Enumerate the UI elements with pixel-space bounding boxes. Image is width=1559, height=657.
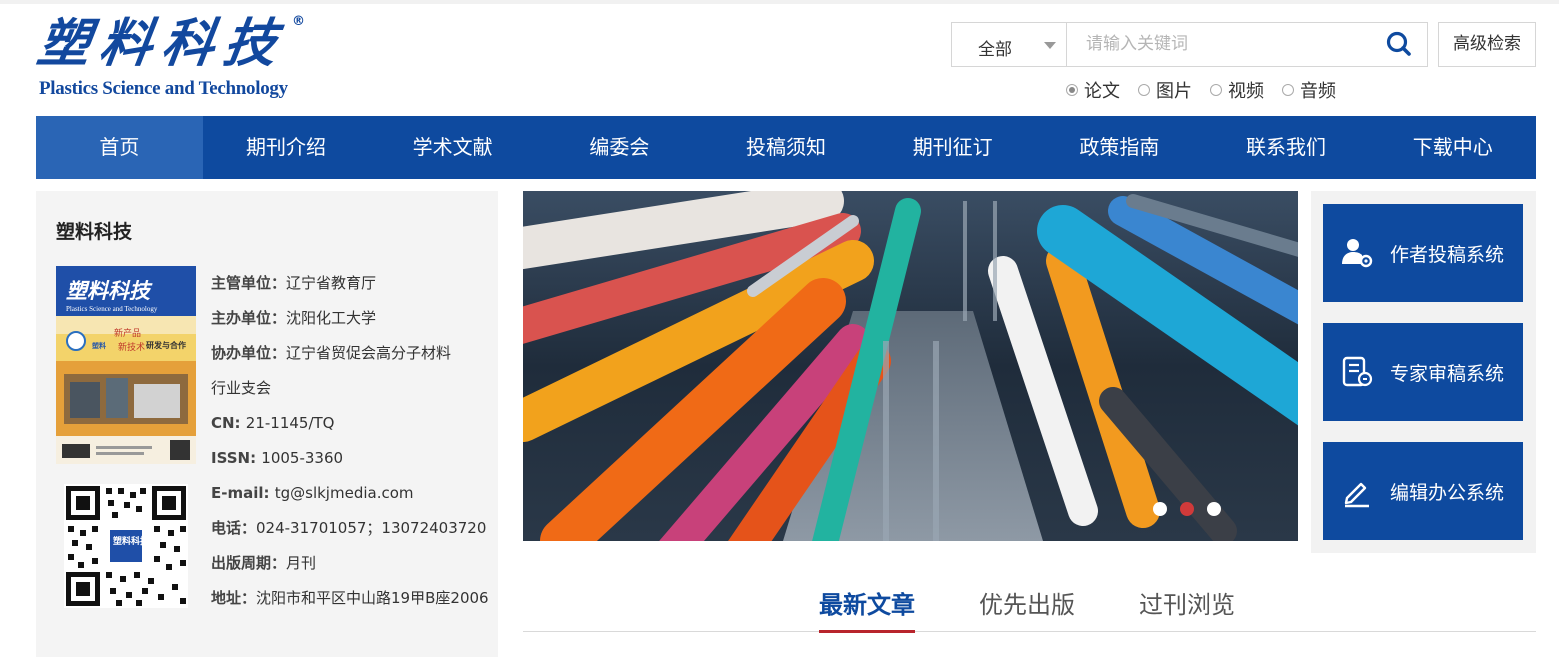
field-value: 1005-3360 — [261, 449, 344, 467]
search-input[interactable] — [1072, 24, 1362, 64]
nav-editorial-board[interactable]: 编委会 — [536, 116, 703, 179]
main-nav: 首页 期刊介绍 学术文献 编委会 投稿须知 期刊征订 政策指南 联系我们 下载中… — [36, 116, 1536, 179]
tab-priority-publish[interactable]: 优先出版 — [979, 586, 1075, 630]
field-label: ISSN: — [211, 449, 262, 467]
cover-art: 塑料科技 Plastics Science and Technology 塑料 … — [56, 266, 196, 464]
banner-carousel[interactable] — [523, 191, 1298, 541]
radio-label: 图片 — [1156, 81, 1192, 102]
field-label: 地址： — [211, 589, 257, 607]
field-label: 电话： — [211, 519, 257, 537]
nav-policy[interactable]: 政策指南 — [1036, 116, 1203, 179]
field-label: 出版周期： — [211, 554, 287, 572]
cover-slogan-1: 新产品 — [114, 327, 141, 339]
qr-center-label: 塑料科技 — [113, 535, 150, 547]
qr-code-graphic: 塑料科技 — [64, 484, 188, 608]
logo-chinese: 塑料科技 — [33, 13, 291, 74]
search-type-video[interactable]: 视频 — [1210, 78, 1264, 102]
site-logo[interactable]: 塑料科技 ® Plastics Science and Technology — [34, 12, 306, 104]
field-issn: ISSN: 1005-3360 — [211, 441, 489, 476]
field-label: 主管单位： — [211, 274, 287, 292]
field-frequency: 出版周期：月刊 — [211, 546, 489, 581]
nav-submission-guide[interactable]: 投稿须知 — [703, 116, 870, 179]
system-label: 编辑办公系统 — [1390, 481, 1505, 504]
search-type-image[interactable]: 图片 — [1138, 78, 1192, 102]
banner-image — [523, 191, 1298, 541]
field-value: tg@slkjmedia.com — [274, 484, 414, 502]
field-label: 主办单位： — [211, 309, 287, 327]
search-button[interactable] — [1372, 23, 1427, 66]
search-icon — [1386, 31, 1411, 56]
radio-unselected — [1282, 84, 1294, 96]
nav-journal-intro[interactable]: 期刊介绍 — [203, 116, 370, 179]
field-cn: CN: 21-1145/TQ — [211, 406, 489, 441]
top-strip — [0, 0, 1559, 4]
radio-label: 论文 — [1084, 81, 1120, 102]
nav-subscription[interactable]: 期刊征订 — [869, 116, 1036, 179]
review-icon — [1342, 356, 1373, 387]
field-label: CN: — [211, 414, 246, 432]
field-co-organizer-cont: 行业支会 — [211, 371, 489, 406]
field-email: E-mail: tg@slkjmedia.com — [211, 476, 489, 511]
author-submission-button[interactable]: 作者投稿系统 — [1323, 204, 1523, 302]
radio-selected — [1066, 84, 1078, 96]
registered-mark: ® — [292, 14, 305, 29]
field-value: 024-31701057；13072403720 — [256, 519, 487, 537]
journal-fields: 主管单位：辽宁省教育厅 主办单位：沈阳化工大学 协办单位：辽宁省贸促会高分子材料… — [211, 266, 489, 616]
nav-literature[interactable]: 学术文献 — [369, 116, 536, 179]
field-supervisor: 主管单位：辽宁省教育厅 — [211, 266, 489, 301]
author-icon — [1342, 239, 1373, 268]
journal-cover-image[interactable]: 塑料科技 Plastics Science and Technology 塑料 … — [56, 266, 196, 464]
qr-code: 塑料科技 — [64, 484, 188, 608]
field-value: 辽宁省贸促会高分子材料 — [286, 344, 452, 362]
edit-icon — [1344, 482, 1369, 508]
field-label: E-mail: — [211, 484, 275, 502]
cover-brand: 塑料 — [92, 341, 106, 350]
chevron-down-icon — [1044, 42, 1056, 49]
logo-english: Plastics Science and Technology — [39, 78, 288, 99]
system-panel: 作者投稿系统 专家审稿系统 编辑办公系统 — [1311, 191, 1536, 553]
nav-home[interactable]: 首页 — [36, 116, 203, 179]
carousel-dots — [1153, 502, 1221, 516]
field-value: 沈阳市和平区中山路19甲B座2006 — [256, 589, 489, 607]
field-value: 21-1145/TQ — [245, 414, 335, 432]
journal-info-panel: 塑料科技 塑料科技 Plastics Science and Technolog… — [36, 191, 498, 657]
carousel-dot-3[interactable] — [1207, 502, 1221, 516]
field-value: 行业支会 — [211, 379, 272, 397]
cover-title: 塑料科技 — [66, 278, 153, 303]
field-phone: 电话：024-31701057；13072403720 — [211, 511, 489, 546]
carousel-dot-1[interactable] — [1153, 502, 1167, 516]
nav-contact[interactable]: 联系我们 — [1203, 116, 1370, 179]
radio-unselected — [1138, 84, 1150, 96]
nav-downloads[interactable]: 下载中心 — [1369, 116, 1536, 179]
cover-slogan-2: 新技术 — [118, 341, 145, 353]
cover-slogan-3: 研发与合作 — [146, 340, 186, 350]
search-type-paper[interactable]: 论文 — [1066, 78, 1120, 102]
search-type-group: 论文 图片 视频 音频 — [1066, 78, 1336, 102]
field-co-organizer: 协办单位：辽宁省贸促会高分子材料 — [211, 336, 489, 371]
tab-latest-articles[interactable]: 最新文章 — [819, 586, 915, 633]
article-tabs: 最新文章 优先出版 过刊浏览 — [523, 586, 1536, 633]
search-scope-value: 全部 — [978, 40, 1012, 60]
advanced-search-button[interactable]: 高级检索 — [1438, 22, 1536, 67]
radio-label: 音频 — [1300, 81, 1336, 102]
cover-subtitle: Plastics Science and Technology — [66, 305, 158, 313]
search-bar: 全部 — [951, 22, 1428, 67]
search-type-audio[interactable]: 音频 — [1282, 78, 1336, 102]
editor-office-button[interactable]: 编辑办公系统 — [1323, 442, 1523, 540]
field-sponsor: 主办单位：沈阳化工大学 — [211, 301, 489, 336]
field-address: 地址：沈阳市和平区中山路19甲B座2006 — [211, 581, 489, 616]
journal-name: 塑料科技 — [56, 221, 133, 243]
radio-unselected — [1210, 84, 1222, 96]
carousel-dot-2[interactable] — [1180, 502, 1194, 516]
search-scope-select[interactable]: 全部 — [952, 23, 1067, 66]
expert-review-button[interactable]: 专家审稿系统 — [1323, 323, 1523, 421]
field-value: 月刊 — [286, 554, 317, 572]
field-value: 辽宁省教育厅 — [286, 274, 377, 292]
field-value: 沈阳化工大学 — [286, 309, 377, 327]
tab-back-issues[interactable]: 过刊浏览 — [1139, 586, 1235, 630]
system-label: 专家审稿系统 — [1390, 362, 1505, 385]
system-label: 作者投稿系统 — [1390, 243, 1505, 266]
radio-label: 视频 — [1228, 81, 1264, 102]
field-label: 协办单位： — [211, 344, 287, 362]
